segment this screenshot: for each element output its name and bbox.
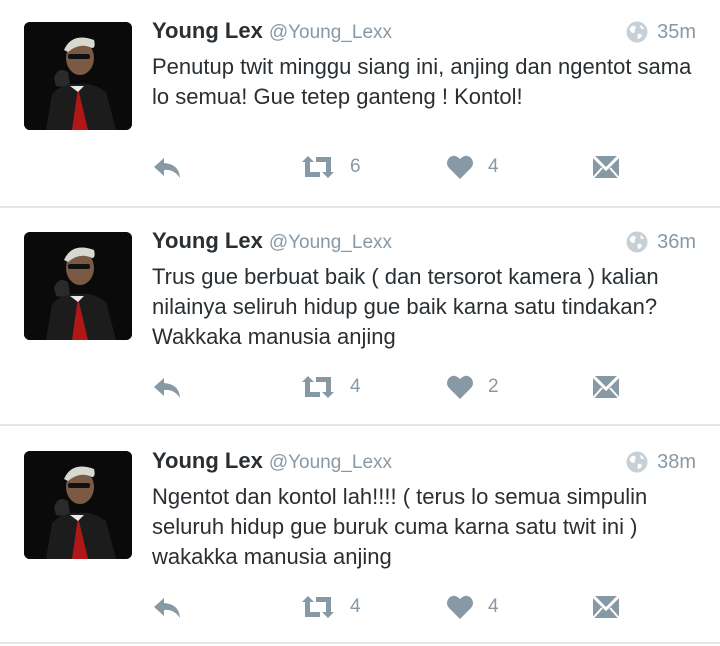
reply-button[interactable] <box>152 154 182 180</box>
message-button[interactable] <box>592 374 620 400</box>
timestamp[interactable]: 35m <box>657 21 696 44</box>
tweet-actions: 6 4 <box>152 154 720 184</box>
reply-button[interactable] <box>152 594 182 620</box>
retweet-count: 6 <box>350 156 361 177</box>
retweet-button[interactable]: 6 <box>300 154 361 180</box>
display-name[interactable]: Young Lex <box>152 18 263 43</box>
timestamp[interactable]: 38m <box>657 451 696 474</box>
timestamp[interactable]: 36m <box>657 231 696 254</box>
avatar[interactable] <box>24 451 132 559</box>
retweet-count: 4 <box>350 596 361 617</box>
display-name[interactable]: Young Lex <box>152 228 263 253</box>
tweet-text: Ngentot dan kontol lah!!!! ( terus lo se… <box>152 484 648 569</box>
like-count: 4 <box>488 596 499 617</box>
retweet-count: 4 <box>350 376 361 397</box>
retweet-icon <box>302 156 334 178</box>
envelope-icon <box>592 594 620 619</box>
globe-icon <box>626 451 648 473</box>
tweet[interactable]: Young Lex @Young_Lexx 35m Penutup twit mi… <box>0 0 720 208</box>
message-button[interactable] <box>592 594 620 620</box>
like-button[interactable]: 4 <box>446 154 499 180</box>
tweet[interactable]: Young Lex @Young_Lexx 36m Trus gue berbua… <box>0 208 720 426</box>
tweet-text: Penutup twit minggu siang ini, anjing da… <box>152 54 692 109</box>
globe-icon <box>626 21 648 43</box>
heart-icon <box>447 595 473 619</box>
user-name[interactable]: Young Lex @Young_Lexx <box>152 448 392 474</box>
globe-icon <box>626 231 648 253</box>
tweet-meta: 36m <box>625 230 696 254</box>
display-name[interactable]: Young Lex <box>152 448 263 473</box>
tweet-actions: 4 4 <box>152 594 720 624</box>
user-name[interactable]: Young Lex @Young_Lexx <box>152 228 392 254</box>
heart-icon <box>447 375 473 399</box>
tweet-text: Trus gue berbuat baik ( dan tersorot kam… <box>152 264 659 349</box>
like-button[interactable]: 2 <box>446 374 499 400</box>
like-count: 4 <box>488 156 499 177</box>
retweet-button[interactable]: 4 <box>300 374 361 400</box>
like-button[interactable]: 4 <box>446 594 499 620</box>
retweet-icon <box>302 376 334 398</box>
heart-icon <box>447 155 473 179</box>
envelope-icon <box>592 154 620 179</box>
retweet-button[interactable]: 4 <box>300 594 361 620</box>
message-button[interactable] <box>592 154 620 180</box>
avatar[interactable] <box>24 22 132 130</box>
user-name[interactable]: Young Lex @Young_Lexx <box>152 18 392 44</box>
envelope-icon <box>592 374 620 399</box>
retweet-icon <box>302 596 334 618</box>
like-count: 2 <box>488 376 499 397</box>
tweet[interactable]: Young Lex @Young_Lexx 38m Ngentot dan kon… <box>0 426 720 644</box>
tweet-meta: 35m <box>625 20 696 44</box>
tweet-actions: 4 2 <box>152 374 720 404</box>
reply-icon <box>154 598 180 618</box>
user-handle[interactable]: @Young_Lexx <box>269 452 392 473</box>
reply-icon <box>154 158 180 178</box>
user-handle[interactable]: @Young_Lexx <box>269 22 392 43</box>
avatar[interactable] <box>24 232 132 340</box>
reply-icon <box>154 378 180 398</box>
reply-button[interactable] <box>152 374 182 400</box>
user-handle[interactable]: @Young_Lexx <box>269 232 392 253</box>
tweet-meta: 38m <box>625 450 696 474</box>
